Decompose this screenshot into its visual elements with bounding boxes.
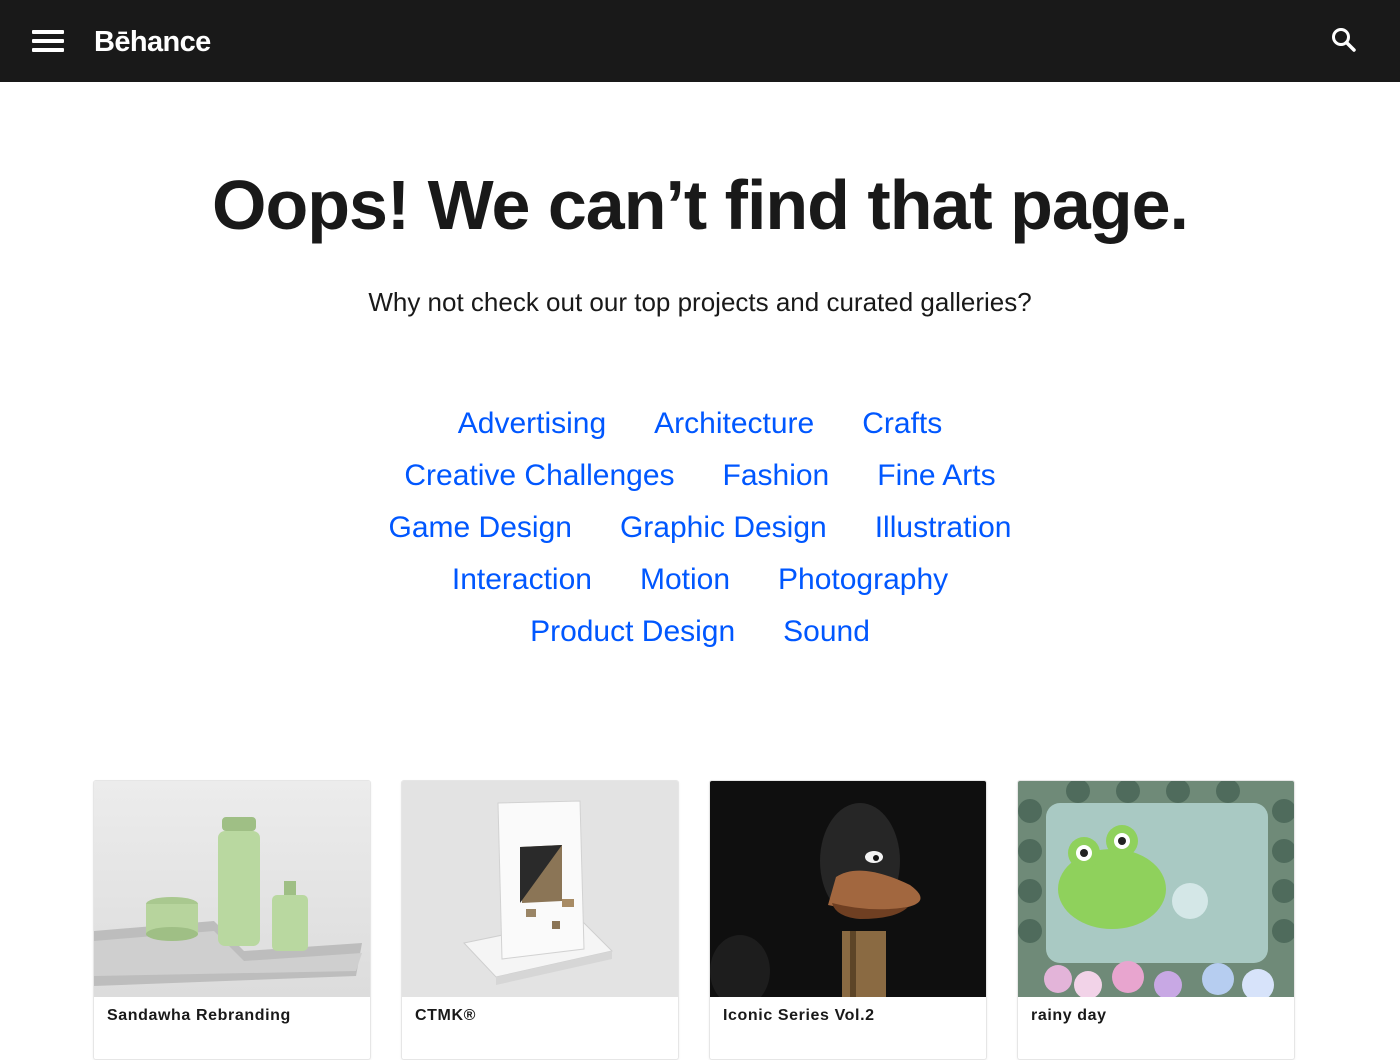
category-link-fashion[interactable]: Fashion [723, 452, 830, 504]
category-link-crafts[interactable]: Crafts [862, 400, 942, 452]
page-subtitle: Why not check out our top projects and c… [368, 287, 1032, 317]
category-link-photography[interactable]: Photography [778, 556, 948, 608]
project-card[interactable]: Iconic Series Vol.2 [709, 780, 987, 1060]
category-links: Advertising Architecture Crafts Creative… [0, 400, 1400, 660]
project-card[interactable]: Sandawha Rebranding [93, 780, 371, 1060]
category-row: Game Design Graphic Design Illustration [0, 504, 1400, 556]
top-navigation-bar: Bēhance [0, 0, 1400, 82]
category-row: Interaction Motion Photography [0, 556, 1400, 608]
project-thumbnail [710, 781, 986, 997]
category-link-sound[interactable]: Sound [783, 608, 870, 660]
category-link-illustration[interactable]: Illustration [875, 504, 1012, 556]
project-thumbnail [1018, 781, 1294, 997]
category-link-architecture[interactable]: Architecture [654, 400, 814, 452]
category-link-product-design[interactable]: Product Design [530, 608, 735, 660]
category-link-graphic-design[interactable]: Graphic Design [620, 504, 827, 556]
project-card[interactable]: CTMK® [401, 780, 679, 1060]
category-row: Creative Challenges Fashion Fine Arts [0, 452, 1400, 504]
project-cards: Sandawha Rebranding CTMK® Iconic Series … [93, 780, 1295, 1060]
search-icon[interactable] [1328, 24, 1360, 56]
hamburger-menu-icon[interactable] [30, 28, 66, 54]
project-title: CTMK® [415, 1007, 476, 1024]
category-link-game-design[interactable]: Game Design [389, 504, 572, 556]
project-title: Iconic Series Vol.2 [723, 1007, 875, 1024]
category-link-fine-arts[interactable]: Fine Arts [877, 452, 995, 504]
project-title: Sandawha Rebranding [107, 1007, 291, 1024]
project-thumbnail [94, 781, 370, 997]
project-card[interactable]: rainy day [1017, 780, 1295, 1060]
page-title: Oops! We can’t find that page. [212, 166, 1189, 244]
behance-logo[interactable]: Bēhance [94, 22, 211, 62]
category-link-creative-challenges[interactable]: Creative Challenges [404, 452, 674, 504]
category-link-interaction[interactable]: Interaction [452, 556, 592, 608]
project-thumbnail [402, 781, 678, 997]
category-link-motion[interactable]: Motion [640, 556, 730, 608]
category-row: Advertising Architecture Crafts [0, 400, 1400, 452]
category-link-advertising[interactable]: Advertising [458, 400, 606, 452]
category-row: Product Design Sound [0, 608, 1400, 660]
project-title: rainy day [1031, 1007, 1107, 1024]
